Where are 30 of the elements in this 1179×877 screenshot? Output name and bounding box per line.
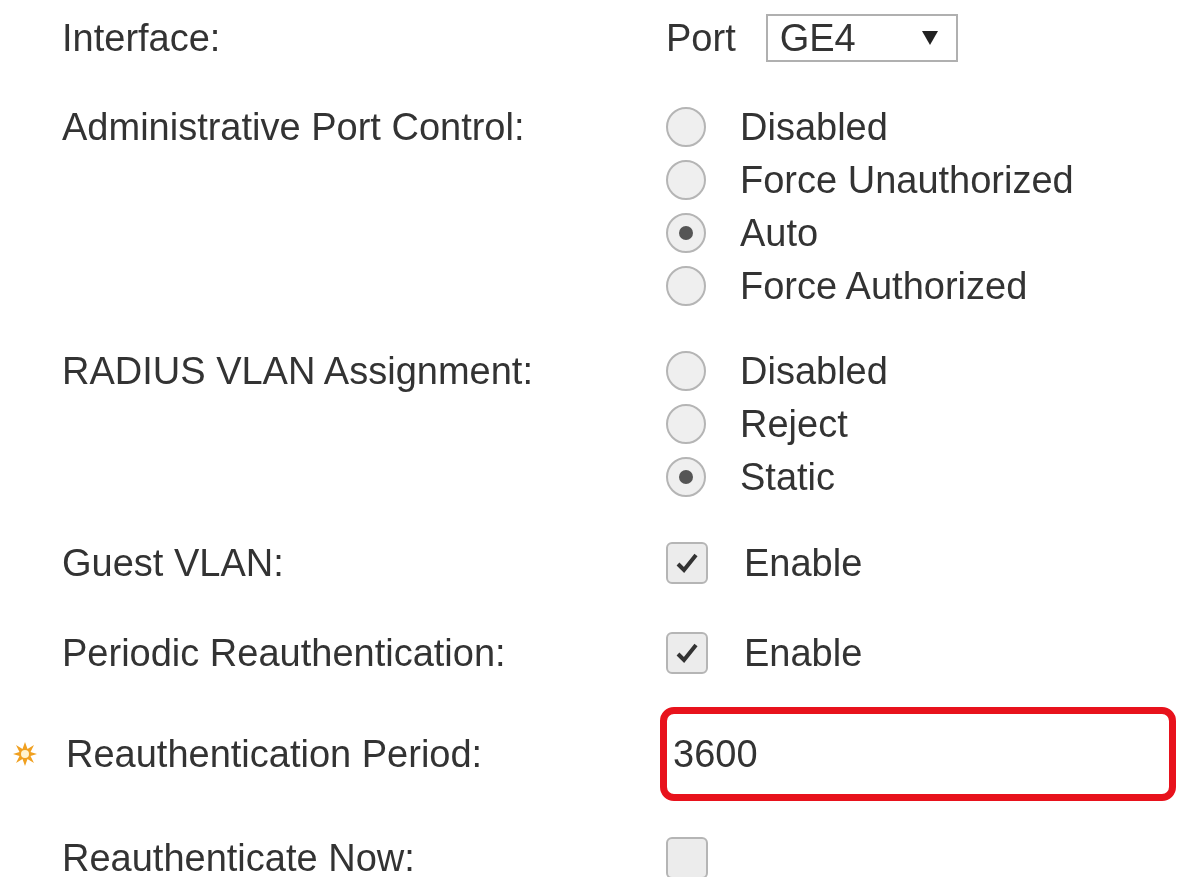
checkbox-label: Enable: [744, 543, 863, 582]
checkbox[interactable]: [666, 541, 708, 584]
field-label: Periodic Reauthentication:: [62, 633, 506, 672]
radio-button[interactable]: [666, 265, 706, 306]
checkbox-label: Enable: [744, 633, 863, 672]
field-label: Reauthenticate Now:: [62, 838, 415, 877]
radio-button[interactable]: [666, 456, 706, 497]
radio-button[interactable]: [666, 106, 706, 147]
port-label: Port: [666, 19, 736, 57]
caret-icon: [921, 31, 938, 45]
radio-button[interactable]: [666, 159, 706, 200]
field-label: Reauthentication Period:: [65, 735, 483, 773]
field-label: Interface:: [62, 19, 221, 57]
field-label: RADIUS VLAN Assignment:: [62, 352, 533, 390]
radio-button[interactable]: [666, 403, 706, 444]
radio-label: Static: [740, 457, 836, 496]
radio-label: Auto: [740, 213, 819, 252]
radio-label: Force Unauthorized: [740, 160, 1074, 199]
port-select[interactable]: GE4: [765, 14, 958, 62]
radio-label: Disabled: [740, 107, 888, 146]
period-input-field[interactable]: 3600: [660, 707, 1176, 801]
field-label: Guest VLAN:: [62, 543, 284, 582]
radio-button[interactable]: [666, 350, 706, 391]
radio-label: Disabled: [740, 351, 888, 390]
radio-label: Force Authorized: [740, 266, 1028, 305]
radio-label: Reject: [740, 404, 848, 443]
checkbox[interactable]: [666, 836, 708, 877]
radio-button[interactable]: [666, 212, 706, 253]
field-label: Administrative Port Control:: [62, 108, 525, 146]
checkbox[interactable]: [666, 631, 708, 674]
